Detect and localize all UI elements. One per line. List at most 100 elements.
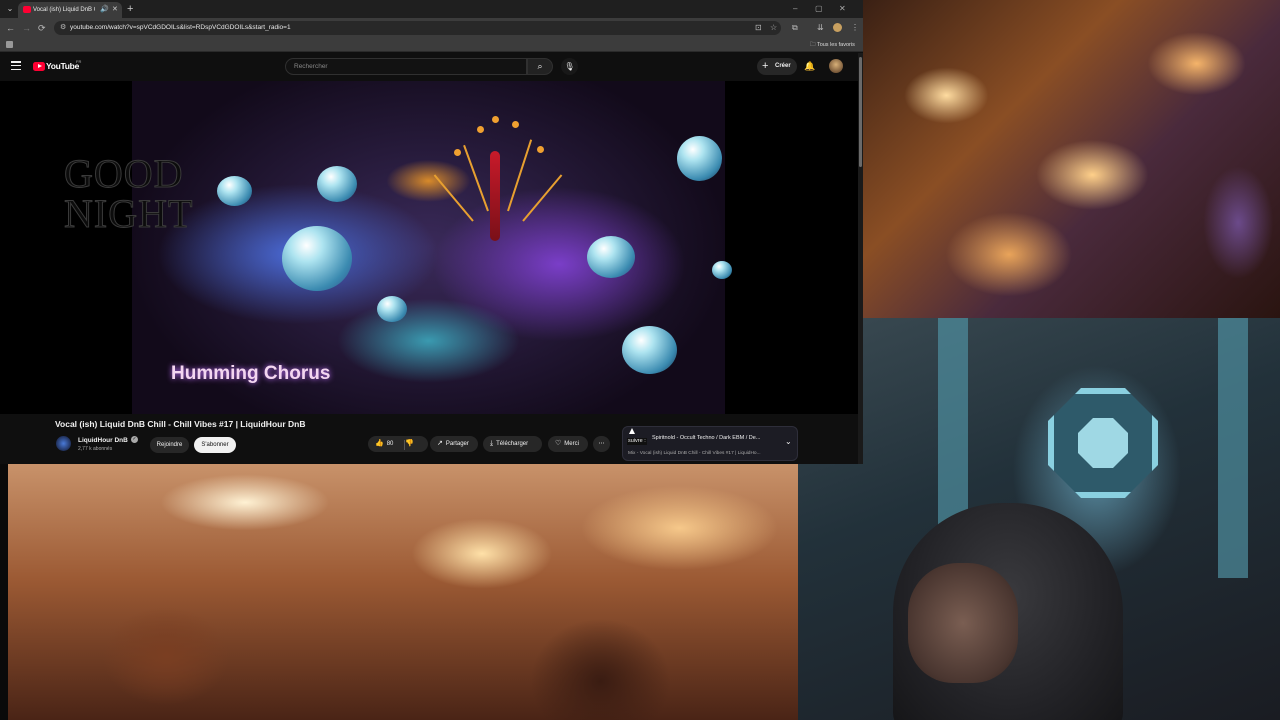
water-droplet <box>377 296 407 322</box>
youtube-logo-icon[interactable] <box>33 62 45 71</box>
search-input[interactable]: Rechercher <box>285 58 527 75</box>
more-icon: ⋯ <box>598 441 605 447</box>
tab-close-icon[interactable]: ✕ <box>112 5 118 15</box>
subscribe-button[interactable]: S'abonner <box>194 437 236 453</box>
window-minimize-button[interactable]: – <box>793 3 797 15</box>
watermark-line-2: NIGHT <box>63 191 194 236</box>
site-info-icon[interactable]: ⚙ <box>60 23 66 33</box>
all-bookmarks-folder[interactable]: 🗀 Tous les favoris <box>810 40 855 50</box>
video-caption-text: Humming Chorus <box>171 363 331 384</box>
reload-button[interactable]: ⟳ <box>38 22 46 34</box>
apps-icon[interactable] <box>6 41 13 48</box>
flower-stamen <box>463 144 489 212</box>
country-code: FR <box>76 59 82 64</box>
all-bookmarks-label: Tous les favoris <box>816 42 855 48</box>
window-close-button[interactable]: ✕ <box>839 3 846 15</box>
browser-menu-icon[interactable]: ⋮ <box>851 22 859 34</box>
left-edge-strip <box>0 464 8 720</box>
video-title: Vocal (ish) Liquid DnB Chill - Chill Vib… <box>55 419 306 429</box>
water-droplet <box>217 176 252 206</box>
tab-title: Vocal (ish) Liquid DnB Chill - Chill Vib… <box>33 7 95 13</box>
thanks-icon: ♡ <box>555 440 562 447</box>
speaker-icon[interactable]: 🔊 <box>100 5 109 15</box>
download-icon: ⤓ <box>490 440 494 447</box>
thanks-button[interactable]: ♡ Merci <box>548 436 588 452</box>
water-droplet <box>712 261 732 279</box>
like-count[interactable]: 80 <box>387 436 394 452</box>
thanks-label: Merci <box>564 441 579 447</box>
webcam-person-face <box>908 563 1018 683</box>
youtube-favicon-icon <box>23 6 31 13</box>
subscriber-count: 2,77 k abonnés <box>78 446 113 452</box>
watermark-line-1: GOOD <box>63 151 184 196</box>
subscribe-label: S'abonner <box>201 442 229 448</box>
create-button[interactable]: + Créer <box>757 58 797 75</box>
water-droplet <box>317 166 357 202</box>
flower-anther <box>454 149 461 156</box>
tab-strip: ⌄ Vocal (ish) Liquid DnB Chill - Chill V… <box>0 0 863 18</box>
join-button[interactable]: Rejoindre <box>150 437 189 453</box>
flower-pistil <box>490 151 500 241</box>
flower-stamen <box>433 174 474 222</box>
voice-search-mic-icon[interactable]: 🎙 <box>561 58 578 75</box>
account-avatar[interactable] <box>829 59 843 73</box>
webcam-bg-frame-right <box>1218 318 1248 578</box>
address-bar[interactable]: ⚙ youtube.com/watch?v=spVCdGDOILs&list=R… <box>54 21 781 35</box>
share-label: Partager <box>445 441 469 447</box>
artwork-organic-top-right <box>863 0 1280 318</box>
verified-badge-icon: ✓ <box>131 436 138 443</box>
download-label: Télécharger <box>496 441 529 447</box>
chevron-down-icon[interactable]: ⌄ <box>785 437 792 447</box>
tab-youtube[interactable]: Vocal (ish) Liquid DnB Chill - Chill Vib… <box>18 2 122 18</box>
search-button[interactable]: ⌕ <box>527 58 553 75</box>
extensions-icon[interactable]: ⧉ <box>792 22 798 34</box>
back-button[interactable]: ← <box>6 22 15 34</box>
notifications-bell-icon[interactable]: 🔔 <box>804 60 815 72</box>
youtube-masthead: YouTube FR Rechercher ⌕ 🎙 + Créer 🔔 <box>0 53 858 81</box>
webcam-bg-octagon-core <box>1078 418 1128 468</box>
tab-search-button[interactable]: ⌄ <box>4 3 16 15</box>
browser-window: ⌄ Vocal (ish) Liquid DnB Chill - Chill V… <box>0 0 863 464</box>
water-droplet <box>677 136 722 181</box>
window-maximize-button[interactable]: ▢ <box>815 3 823 15</box>
bookmark-star-icon[interactable]: ☆ <box>770 23 777 33</box>
water-droplet <box>587 236 635 278</box>
scrollbar-thumb[interactable] <box>859 57 862 167</box>
mix-playlist-subtitle: Mix - Vocal (ish) Liquid DnB Chill - Chi… <box>628 451 761 456</box>
good-night-watermark: GOOD NIGHT <box>63 151 194 236</box>
install-app-icon[interactable]: ⊡ <box>755 23 762 33</box>
address-url[interactable]: youtube.com/watch?v=spVCdGDOILs&list=RDs… <box>70 23 291 33</box>
thumbs-down-icon[interactable]: 👎 <box>405 436 414 452</box>
like-dislike-divider <box>404 440 405 450</box>
folder-icon: 🗀 <box>810 42 817 48</box>
profile-avatar[interactable] <box>833 23 842 32</box>
flower-anther <box>492 116 499 123</box>
menu-hamburger-icon[interactable] <box>11 61 21 71</box>
artwork-organic-bottom <box>8 464 798 720</box>
browser-toolbar: ← → ⟳ ⚙ youtube.com/watch?v=spVCdGDOILs&… <box>0 18 863 38</box>
create-label: Créer <box>775 63 791 69</box>
channel-name[interactable]: LiquidHour DnB <box>78 436 128 445</box>
video-frame-flower[interactable]: Humming Chorus <box>132 81 732 414</box>
flower-anther <box>512 121 519 128</box>
hover-tooltip: suivre : <box>627 438 647 445</box>
forward-button[interactable]: → <box>22 22 31 34</box>
more-actions-button[interactable]: ⋯ <box>593 436 610 452</box>
like-dislike-group: 👍 80 👎 <box>368 436 428 452</box>
water-droplet <box>282 226 352 291</box>
downloads-icon[interactable]: ⇊ <box>817 22 824 34</box>
flower-anther <box>537 146 544 153</box>
youtube-wordmark[interactable]: YouTube <box>46 61 79 72</box>
page-scrollbar[interactable] <box>858 53 863 464</box>
thumbs-up-icon[interactable]: 👍 <box>375 436 384 452</box>
new-tab-button[interactable]: + <box>127 2 133 16</box>
mouse-cursor-icon <box>629 428 635 434</box>
video-player[interactable]: Humming Chorus GOOD NIGHT <box>0 81 858 414</box>
flower-anther <box>477 126 484 133</box>
search-placeholder: Rechercher <box>294 63 328 70</box>
mix-now-playing-title[interactable]: Spiritnold - Occult Techno / Dark EBM / … <box>652 434 777 442</box>
download-button[interactable]: ⤓ Télécharger <box>483 436 542 452</box>
share-button[interactable]: ↗ Partager <box>430 436 478 452</box>
channel-avatar[interactable] <box>56 436 71 451</box>
water-droplet <box>622 326 677 374</box>
